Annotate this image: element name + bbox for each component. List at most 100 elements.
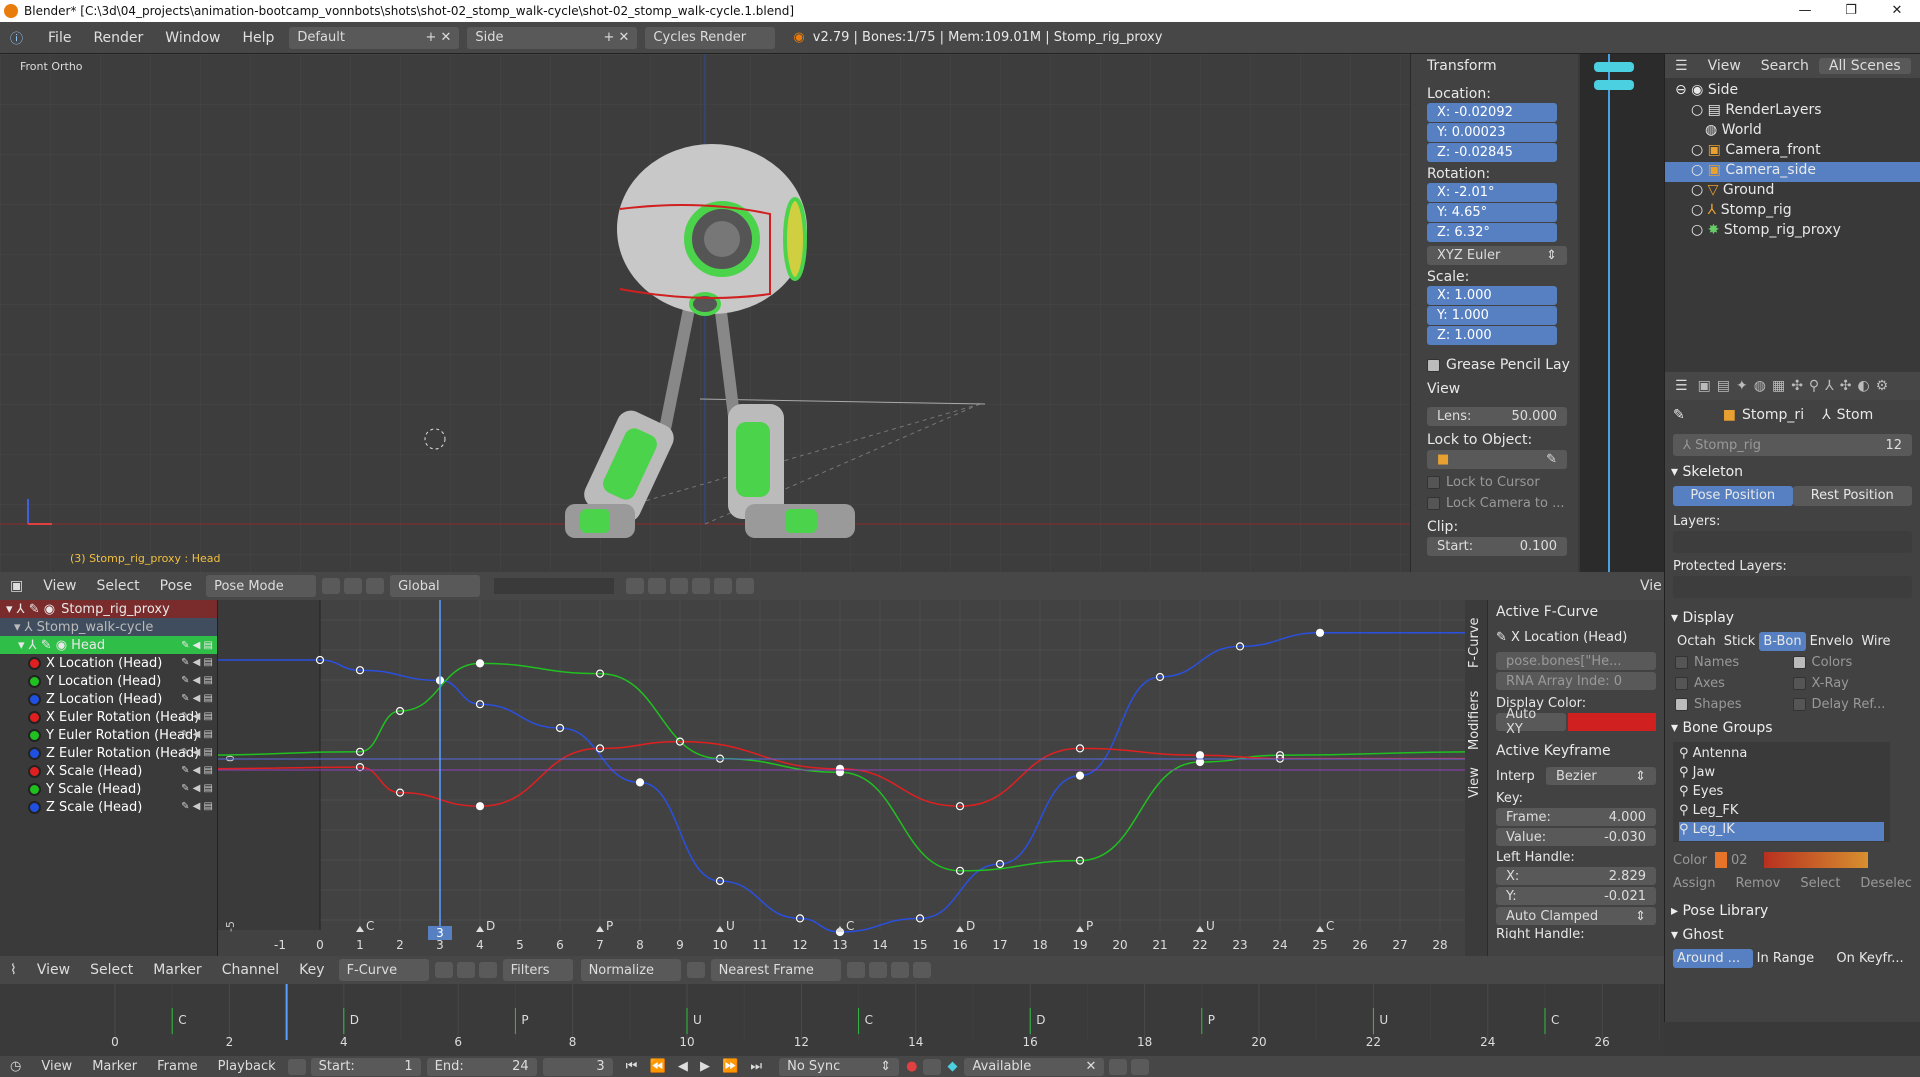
render-preview-icon[interactable]: [736, 578, 755, 594]
info-editor-icon[interactable]: ⓘ: [10, 28, 23, 47]
key-frame-field[interactable]: Frame: 4.000: [1496, 808, 1656, 826]
fcurve-channel[interactable]: X Euler Rotation (Head) ✎ ◀ ▤: [0, 708, 217, 726]
grease-pencil-checkbox[interactable]: [1427, 358, 1440, 372]
channel-visibility-icon[interactable]: [28, 656, 41, 670]
colors-checkbox[interactable]: [1792, 656, 1806, 669]
channel-visibility-icon[interactable]: [28, 692, 41, 706]
ghost-curves-icon[interactable]: [456, 962, 475, 978]
timeline-menu-marker[interactable]: Marker: [82, 1059, 147, 1074]
color-set-preview[interactable]: [1763, 852, 1868, 868]
sync-mode-select[interactable]: No Sync ⇕: [779, 1057, 900, 1076]
color-mode-select[interactable]: Auto XY: [1496, 707, 1566, 737]
shapes-checkbox[interactable]: [1675, 698, 1688, 711]
channel-action[interactable]: ▾ ⅄ Stomp_walk-cycle: [0, 618, 217, 636]
menu-window[interactable]: Window: [154, 30, 231, 46]
graph-editor-canvas[interactable]: -1 0 1 2 3 4 5 6 7 8 9 10 11 12 13 14 15 16 17 18 19 20 21 22 23…: [0, 600, 1465, 956]
channel-tools-icons[interactable]: ✎ ◀ ▤: [181, 711, 213, 722]
fcurve-channel[interactable]: Y Scale (Head) ✎ ◀ ▤: [0, 780, 217, 798]
rotation-mode-select[interactable]: XYZ Euler ⇕: [1427, 246, 1567, 265]
context-tab-icons[interactable]: ▣▤✦◍▦✣⚲⅄✣◐⚙: [1698, 378, 1895, 394]
tab-modifiers[interactable]: Modifiers: [1467, 680, 1482, 750]
channel-visibility-icon[interactable]: [28, 674, 41, 688]
display-wire[interactable]: Wire: [1857, 632, 1894, 651]
axes-checkbox[interactable]: [1675, 677, 1688, 690]
outliner-item-world[interactable]: ◍ World: [1665, 122, 1920, 142]
keying-set-select[interactable]: Available ✕: [964, 1057, 1105, 1076]
color-set-number[interactable]: 02: [1731, 853, 1748, 868]
channel-tools-icons[interactable]: ✎ ◀ ▤: [181, 783, 213, 794]
tab-fcurve[interactable]: F-Curve: [1467, 608, 1482, 668]
location-x-field[interactable]: X: -0.02092: [1427, 103, 1557, 122]
names-checkbox[interactable]: [1675, 656, 1688, 669]
scene-selector[interactable]: Side + ✕: [467, 26, 638, 49]
lock-object-field[interactable]: ■ ✎: [1427, 450, 1567, 469]
channel-tools-icons[interactable]: ✎ ◀ ▤: [181, 657, 213, 668]
bone-group-item[interactable]: ⚲ Antenna: [1679, 746, 1884, 765]
display-panel-title[interactable]: ▾ Display: [1665, 606, 1920, 630]
channel-tools-icons[interactable]: ✎ ◀ ▤: [181, 801, 213, 812]
fcurve-channel[interactable]: Y Location (Head) ✎ ◀ ▤: [0, 672, 217, 690]
layer-buttons[interactable]: [494, 578, 615, 594]
pose-library-panel-title[interactable]: ▸ Pose Library: [1665, 899, 1920, 923]
normalize-toggle[interactable]: Normalize: [580, 959, 681, 981]
skeleton-panel-title[interactable]: ▾ Skeleton: [1665, 460, 1920, 484]
ghost-panel-title[interactable]: ▾ Ghost: [1665, 923, 1920, 947]
lock-camera-checkbox[interactable]: [1427, 497, 1440, 510]
bone-group-item-active[interactable]: ⚲ Leg_IK: [1679, 822, 1884, 841]
graph-editor-type-icon[interactable]: ⌇: [0, 962, 27, 978]
fcurve-channel[interactable]: Z Scale (Head) ✎ ◀ ▤: [0, 798, 217, 816]
outliner-item-scene[interactable]: ⊖ ◉ Side: [1665, 82, 1920, 102]
proportional-icon[interactable]: [626, 578, 645, 594]
graph-menu-key[interactable]: Key: [289, 962, 334, 978]
create-ghost-icon[interactable]: [912, 962, 931, 978]
deselect-button[interactable]: Deselec: [1860, 876, 1912, 891]
bone-group-item[interactable]: ⚲ Jaw: [1679, 765, 1884, 784]
channel-tools-icons[interactable]: ✎ ◀ ▤: [181, 693, 213, 704]
render-engine-selector[interactable]: Cycles Render: [645, 26, 776, 49]
graph-menu-view[interactable]: View: [27, 962, 80, 978]
bone-groups-panel-title[interactable]: ▾ Bone Groups: [1665, 716, 1920, 740]
channel-tools-icons[interactable]: ✎ ◀ ▤: [181, 747, 213, 758]
scale-z-field[interactable]: Z: 1.000: [1427, 326, 1557, 345]
channel-visibility-icon[interactable]: [28, 764, 41, 778]
colors-option[interactable]: Colors: [1792, 655, 1911, 670]
rotation-y-field[interactable]: Y: 4.65°: [1427, 203, 1557, 222]
delete-keyframe-icon[interactable]: [1131, 1058, 1150, 1075]
3d-menu-select[interactable]: Select: [86, 578, 149, 594]
outliner-item-stomp-rig-proxy[interactable]: ○ ✸ Stomp_rig_proxy: [1665, 222, 1920, 242]
interpolation-select[interactable]: Bezier ⇕: [1546, 767, 1656, 785]
channel-visibility-icon[interactable]: [28, 800, 41, 814]
snap-mode-select[interactable]: Nearest Frame: [710, 959, 841, 981]
lock-camera-option[interactable]: Lock Camera to ...: [1427, 496, 1572, 511]
3d-editor-type-icon[interactable]: ▣: [0, 578, 33, 594]
delay-option[interactable]: Delay Ref...: [1792, 697, 1911, 712]
outliner-item-ground[interactable]: ○ ▽ Ground: [1665, 182, 1920, 202]
end-frame-field[interactable]: End: 24: [426, 1057, 537, 1076]
location-y-field[interactable]: Y: 0.00023: [1427, 123, 1557, 142]
current-frame-field[interactable]: 3: [542, 1057, 613, 1076]
paste-keys-icon[interactable]: [890, 962, 909, 978]
channel-visibility-icon[interactable]: [28, 710, 41, 724]
minimize-button[interactable]: —: [1782, 0, 1828, 22]
channel-tools-icons[interactable]: ✎ ◀ ▤: [181, 765, 213, 776]
graph-curves[interactable]: -1 0 1 2 3 4 5 6 7 8 9 10 11 12 13 14 15 16 17 18 19 20 21 22 23…: [0, 600, 1465, 956]
rotation-z-field[interactable]: Z: 6.32°: [1427, 223, 1557, 242]
keyframe-icon[interactable]: ◆: [947, 1059, 957, 1074]
graph-menu-marker[interactable]: Marker: [143, 962, 211, 978]
start-frame-field[interactable]: Start: 1: [310, 1057, 421, 1076]
fcurve-channel[interactable]: Z Location (Head) ✎ ◀ ▤: [0, 690, 217, 708]
armature-data-field[interactable]: ⅄ Stomp_rig 12: [1673, 434, 1912, 456]
tab-view[interactable]: View: [1467, 758, 1482, 798]
paste-pose-icon[interactable]: [714, 578, 733, 594]
shading-icon[interactable]: [322, 578, 341, 594]
timeline-editor-icon[interactable]: ◷: [0, 1059, 31, 1074]
3d-menu-pose[interactable]: Pose: [150, 578, 202, 594]
select-button[interactable]: Select: [1800, 876, 1840, 891]
pivot-point-icon[interactable]: [846, 962, 865, 978]
rna-index-field[interactable]: RNA Array Inde: 0: [1496, 672, 1656, 690]
ghost-around-button[interactable]: Around ...: [1673, 949, 1753, 968]
insert-keyframe-icon[interactable]: [1109, 1058, 1128, 1075]
auto-snap-icon[interactable]: [686, 962, 705, 978]
location-z-field[interactable]: Z: -0.02845: [1427, 143, 1557, 162]
rest-position-button[interactable]: Rest Position: [1792, 486, 1912, 506]
